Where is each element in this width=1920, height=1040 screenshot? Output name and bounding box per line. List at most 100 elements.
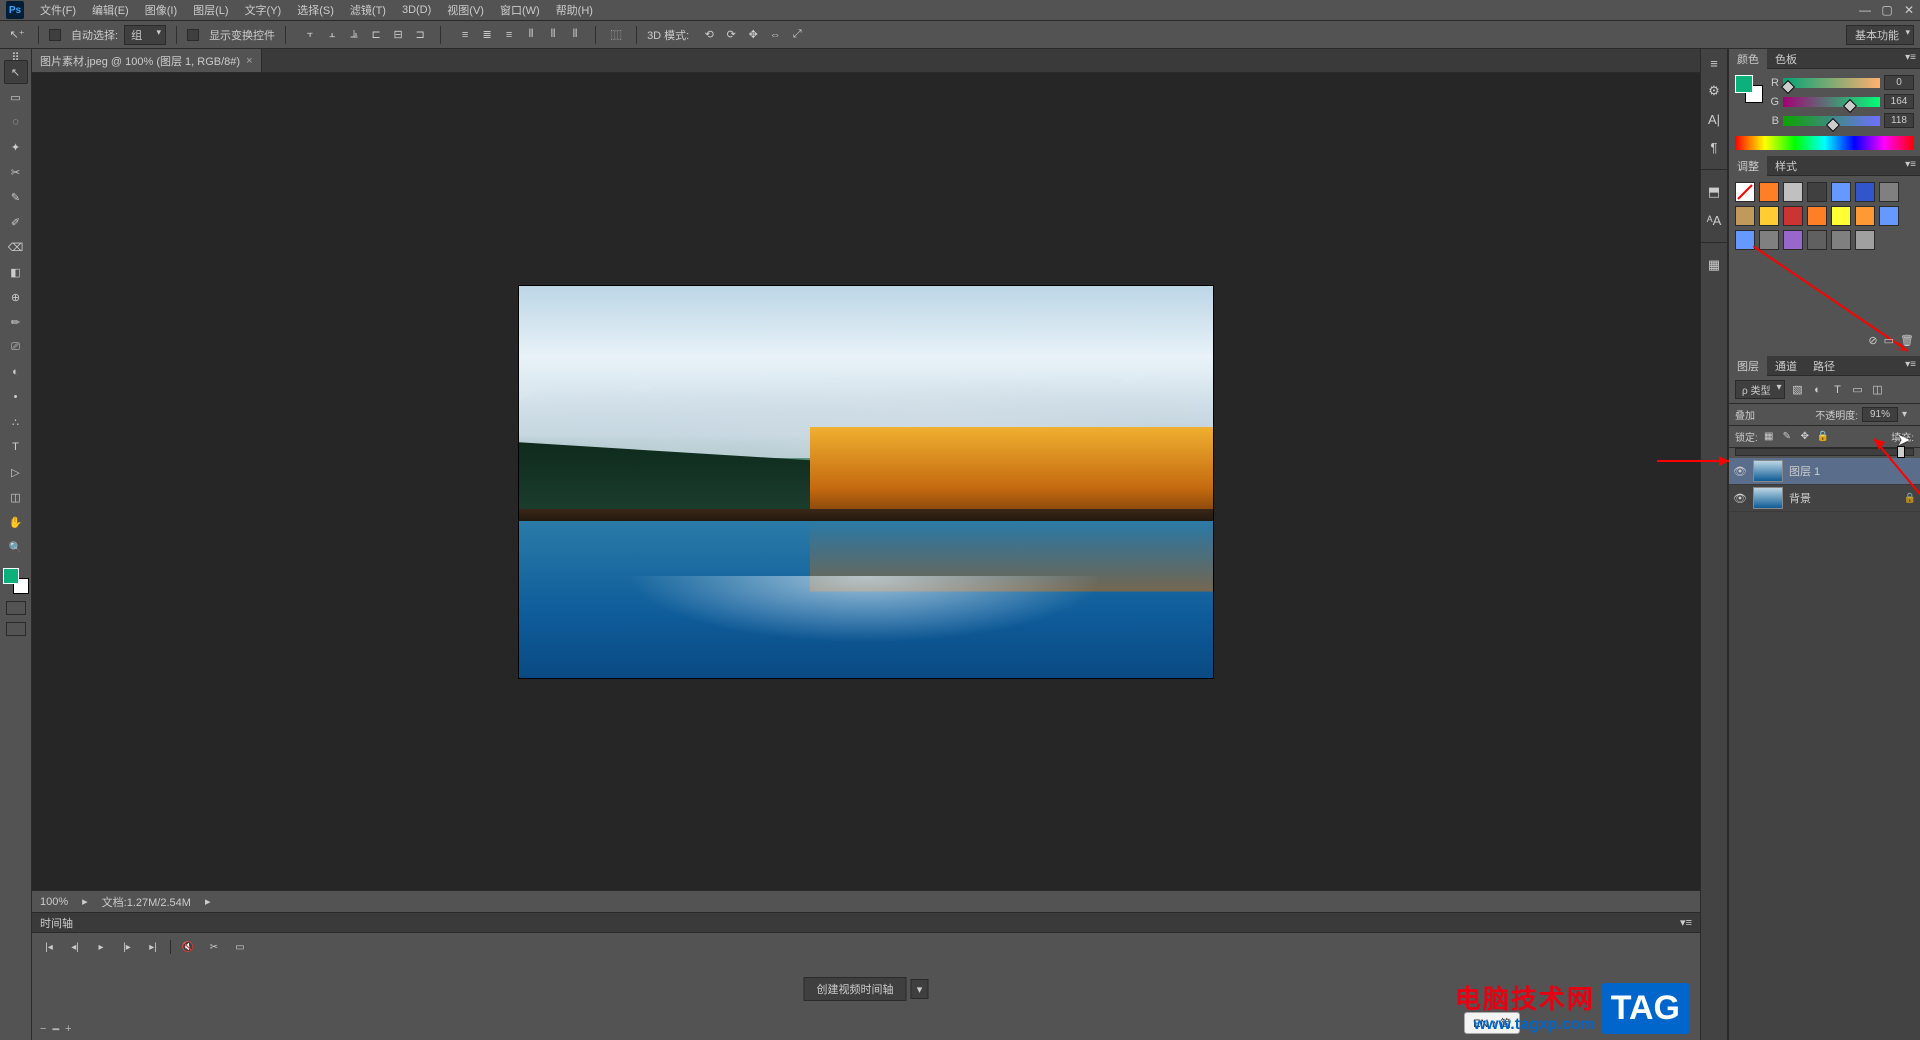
align-top-icon[interactable]: ⫟ bbox=[300, 25, 320, 45]
tl-zoom-out-icon[interactable]: − bbox=[40, 1023, 46, 1036]
auto-select-checkbox[interactable] bbox=[49, 29, 61, 41]
dock-character-icon[interactable]: A| bbox=[1704, 109, 1724, 129]
zoom-level[interactable]: 100% bbox=[40, 896, 68, 908]
dock-properties-icon[interactable]: ⚙ bbox=[1704, 81, 1724, 101]
blend-mode-dropdown[interactable]: 叠加 bbox=[1735, 407, 1795, 422]
brush-tool[interactable]: ⌫ bbox=[4, 235, 28, 259]
3d-pan-icon[interactable]: ✥ bbox=[743, 25, 763, 45]
filter-pixel-icon[interactable]: ▧ bbox=[1789, 382, 1805, 398]
rectangle-tool[interactable]: ◫ bbox=[4, 485, 28, 509]
filter-adjust-icon[interactable]: ◐ bbox=[1809, 382, 1825, 398]
b-slider[interactable] bbox=[1783, 116, 1880, 126]
align-hcenter-icon[interactable]: ⊟ bbox=[388, 25, 408, 45]
close-button[interactable]: ✕ bbox=[1898, 1, 1920, 19]
color-panel-menu-icon[interactable]: ▾≡ bbox=[1905, 52, 1916, 63]
layer-thumbnail[interactable] bbox=[1753, 460, 1783, 482]
tl-first-frame-icon[interactable]: |◂ bbox=[40, 939, 58, 955]
layer-filter-dropdown[interactable]: ρ 类型 bbox=[1735, 380, 1785, 399]
style-swatch-16[interactable] bbox=[1783, 230, 1803, 250]
lasso-tool[interactable]: ◌ bbox=[4, 110, 28, 134]
menu-3d[interactable]: 3D(D) bbox=[394, 2, 439, 18]
layer-name[interactable]: 图层 1 bbox=[1789, 463, 1916, 479]
align-left-icon[interactable]: ⊏ bbox=[366, 25, 386, 45]
minimize-button[interactable]: — bbox=[1854, 1, 1876, 19]
tl-transition-icon[interactable]: ▭ bbox=[231, 939, 249, 955]
layer-visibility-icon[interactable]: 👁 bbox=[1733, 492, 1747, 505]
document-tab[interactable]: 图片素材.jpeg @ 100% (图层 1, RGB/8#) × bbox=[32, 49, 262, 72]
eraser-tool[interactable]: ✏ bbox=[4, 310, 28, 334]
style-swatch-7[interactable] bbox=[1735, 206, 1755, 226]
tl-prev-frame-icon[interactable]: ◂| bbox=[66, 939, 84, 955]
style-swatch-10[interactable] bbox=[1807, 206, 1827, 226]
maximize-button[interactable]: ▢ bbox=[1876, 1, 1898, 19]
style-swatch-3[interactable] bbox=[1807, 182, 1827, 202]
g-slider[interactable] bbox=[1783, 97, 1880, 107]
align-bottom-icon[interactable]: ⫡ bbox=[344, 25, 364, 45]
type-tool[interactable]: T bbox=[4, 435, 28, 459]
history-brush-tool[interactable]: ⊕ bbox=[4, 285, 28, 309]
adjust-panel-menu-icon[interactable]: ▾≡ bbox=[1905, 159, 1916, 170]
layers-panel-menu-icon[interactable]: ▾≡ bbox=[1905, 359, 1916, 370]
style-swatch-6[interactable] bbox=[1879, 182, 1899, 202]
menu-file[interactable]: 文件(F) bbox=[32, 0, 84, 20]
tab-adjustments[interactable]: 调整 bbox=[1729, 156, 1767, 176]
screenmode-toggle[interactable] bbox=[6, 622, 26, 636]
3d-roll-icon[interactable]: ⟳ bbox=[721, 25, 741, 45]
style-swatch-1[interactable] bbox=[1759, 182, 1779, 202]
zoom-menu-icon[interactable]: ▸ bbox=[82, 895, 88, 908]
layer-row-1[interactable]: 👁 图层 1 bbox=[1729, 458, 1920, 485]
b-value[interactable]: 118 bbox=[1884, 113, 1914, 128]
menu-type[interactable]: 文字(Y) bbox=[237, 0, 290, 20]
auto-align-icon[interactable]: ⿲ bbox=[606, 25, 626, 45]
timeline-menu-icon[interactable]: ▾≡ bbox=[1680, 916, 1692, 929]
color-swatches2[interactable] bbox=[1735, 75, 1763, 103]
r-value[interactable]: 0 bbox=[1884, 75, 1914, 90]
dist-vcenter-icon[interactable]: ≣ bbox=[477, 25, 497, 45]
tl-last-frame-icon[interactable]: ▸| bbox=[144, 939, 162, 955]
style-swatch-0[interactable] bbox=[1735, 182, 1755, 202]
menu-image[interactable]: 图像(I) bbox=[137, 0, 185, 20]
tl-split-icon[interactable]: ✂ bbox=[205, 939, 223, 955]
3d-slide-icon[interactable]: ⇔ bbox=[765, 25, 785, 45]
marquee-tool[interactable]: ▭ bbox=[4, 85, 28, 109]
align-right-icon[interactable]: ⊐ bbox=[410, 25, 430, 45]
dock-history-icon[interactable]: ≡ bbox=[1704, 53, 1724, 73]
dodge-tool[interactable]: • bbox=[4, 385, 28, 409]
style-swatch-9[interactable] bbox=[1783, 206, 1803, 226]
lock-pixels-icon[interactable]: ✎ bbox=[1780, 430, 1794, 444]
3d-orbit-icon[interactable]: ⟲ bbox=[699, 25, 719, 45]
document-info[interactable]: 文档:1.27M/2.54M bbox=[102, 894, 191, 910]
filter-shape-icon[interactable]: ▭ bbox=[1849, 382, 1865, 398]
document-tab-close-icon[interactable]: × bbox=[246, 55, 252, 67]
style-swatch-18[interactable] bbox=[1831, 230, 1851, 250]
color-swatches[interactable] bbox=[3, 568, 29, 594]
opacity-dropdown-icon[interactable]: ▾ bbox=[1902, 409, 1914, 420]
fg-color-icon[interactable] bbox=[1735, 75, 1753, 93]
clone-stamp-tool[interactable]: ◧ bbox=[4, 260, 28, 284]
dist-bottom-icon[interactable]: ≡ bbox=[499, 25, 519, 45]
blur-tool[interactable]: ◐ bbox=[4, 360, 28, 384]
filter-type-icon[interactable]: T bbox=[1829, 382, 1845, 398]
tab-layers[interactable]: 图层 bbox=[1729, 356, 1767, 376]
style-swatch-12[interactable] bbox=[1855, 206, 1875, 226]
tl-zoom-slider[interactable]: ━ bbox=[52, 1023, 59, 1036]
dock-swatches-icon[interactable]: ▦ bbox=[1704, 255, 1724, 275]
style-swatch-14[interactable] bbox=[1735, 230, 1755, 250]
style-swatch-17[interactable] bbox=[1807, 230, 1827, 250]
opacity-slider[interactable] bbox=[1735, 448, 1914, 456]
zoom-tool[interactable]: 🔍 bbox=[4, 535, 28, 559]
tab-channels[interactable]: 通道 bbox=[1767, 356, 1805, 376]
layers-trash-top-icon[interactable]: 🗑 bbox=[1900, 334, 1914, 347]
dock-charstyles-icon[interactable]: ᴬA bbox=[1704, 210, 1724, 230]
path-selection-tool[interactable]: ▷ bbox=[4, 460, 28, 484]
layers-new-icon[interactable]: ▭ bbox=[1884, 334, 1894, 347]
g-value[interactable]: 164 bbox=[1884, 94, 1914, 109]
timeline-tab[interactable]: 时间轴 bbox=[40, 915, 73, 931]
opacity-slider-knob[interactable] bbox=[1897, 446, 1905, 458]
move-tool[interactable]: ↖ bbox=[4, 60, 28, 84]
dist-top-icon[interactable]: ≡ bbox=[455, 25, 475, 45]
show-transform-checkbox[interactable] bbox=[187, 29, 199, 41]
hand-tool[interactable]: ✋ bbox=[4, 510, 28, 534]
style-swatch-15[interactable] bbox=[1759, 230, 1779, 250]
style-swatch-8[interactable] bbox=[1759, 206, 1779, 226]
